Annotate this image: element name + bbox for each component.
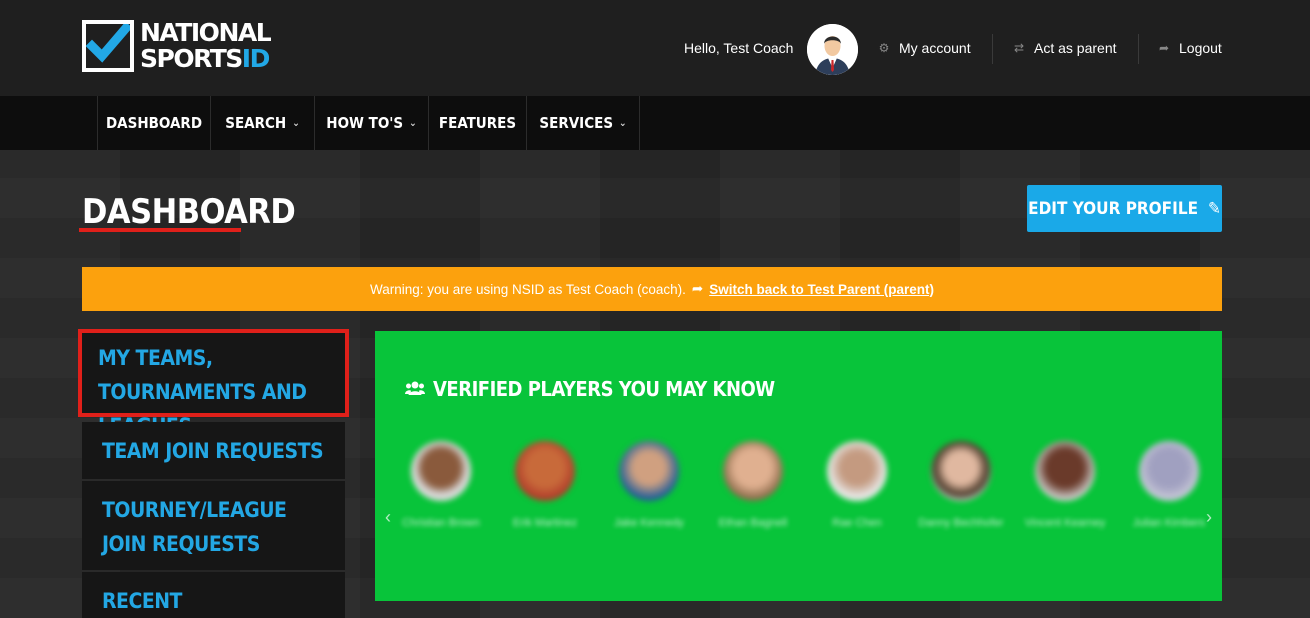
top-header: NATIONAL SPORTSID Hello, Test Coach ⚙ My… [0,0,1310,96]
user-greeting: Hello, Test Coach [684,40,794,56]
checkmark-logo-icon [82,20,134,72]
player-card[interactable]: Jake Kennedy [597,441,701,532]
logout-link[interactable]: ➦ Logout [1157,40,1222,56]
switch-back-link[interactable]: Switch back to Test Parent (parent) [709,282,934,297]
gear-icon: ⚙ [878,41,890,55]
panel-title: VERIFIED PLAYERS YOU MAY KNOW [405,377,775,401]
act-as-parent-link[interactable]: ⇄ Act as parent [1012,40,1117,56]
player-photo [1139,441,1199,501]
verified-players-panel: VERIFIED PLAYERS YOU MAY KNOW ‹ › Christ… [375,331,1222,601]
player-photo [619,441,679,501]
player-photo [515,441,575,501]
player-photo [411,441,471,501]
users-icon [405,377,425,401]
sign-out-icon: ➦ [691,281,704,296]
nav-search[interactable]: SEARCH ⌄ [210,96,314,150]
chevron-down-icon: ⌄ [409,117,417,129]
user-avatar[interactable] [807,24,858,75]
swap-arrows-icon: ⇄ [1013,41,1025,55]
header-divider [1138,34,1139,64]
title-highlight-underline [79,228,241,232]
sidebar-item-recent-announcements[interactable]: RECENT ANNOUNCEMENTS [82,572,345,618]
national-sports-id-logo[interactable]: NATIONAL SPORTSID [82,20,272,74]
player-photo [1035,441,1095,501]
player-photo [723,441,783,501]
player-card[interactable]: Rae Chen [805,441,909,532]
my-account-link[interactable]: ⚙ My account [877,40,971,56]
player-card[interactable]: Ethan Bagnell [701,441,805,532]
chevron-down-icon: ⌄ [292,117,300,129]
player-card[interactable]: Danny Bechhofer [909,441,1013,532]
sidebar-item-team-join-requests[interactable]: TEAM JOIN REQUESTS [82,422,345,479]
main-nav: DASHBOARD SEARCH ⌄ HOW TO'S ⌄ FEATURES S… [0,96,1310,150]
nav-features[interactable]: FEATURES [428,96,526,150]
sign-out-icon: ➦ [1158,41,1170,55]
sidebar-item-tourney-join-requests[interactable]: TOURNEY/LEAGUE JOIN REQUESTS [82,481,345,570]
nav-how-tos[interactable]: HOW TO'S ⌄ [314,96,428,150]
impersonation-warning-banner: Warning: you are using NSID as Test Coac… [82,267,1222,311]
sidebar-item-my-teams[interactable]: MY TEAMS, TOURNAMENTS AND LEAGUES [78,329,349,438]
player-card[interactable]: Erik Martinez [493,441,597,532]
header-divider [992,34,993,64]
edit-profile-button[interactable]: EDIT YOUR PROFILE ✎ [1027,185,1222,232]
player-card[interactable]: Julian Kimbers [1117,441,1221,532]
logo-wordmark: NATIONAL SPORTSID [140,18,272,73]
page-title: DASHBOARD [82,192,296,232]
nav-services[interactable]: SERVICES ⌄ [526,96,640,150]
player-card[interactable]: Christian Brown [389,441,493,532]
player-photo [931,441,991,501]
chevron-down-icon: ⌄ [619,117,627,129]
edit-icon: ✎ [1208,198,1221,219]
players-carousel: ‹ › Christian Brown Erik Martinez Jake K… [375,427,1222,571]
player-card[interactable]: Vincent Kearney [1013,441,1117,532]
player-photo [827,441,887,501]
nav-dashboard[interactable]: DASHBOARD [97,96,210,150]
